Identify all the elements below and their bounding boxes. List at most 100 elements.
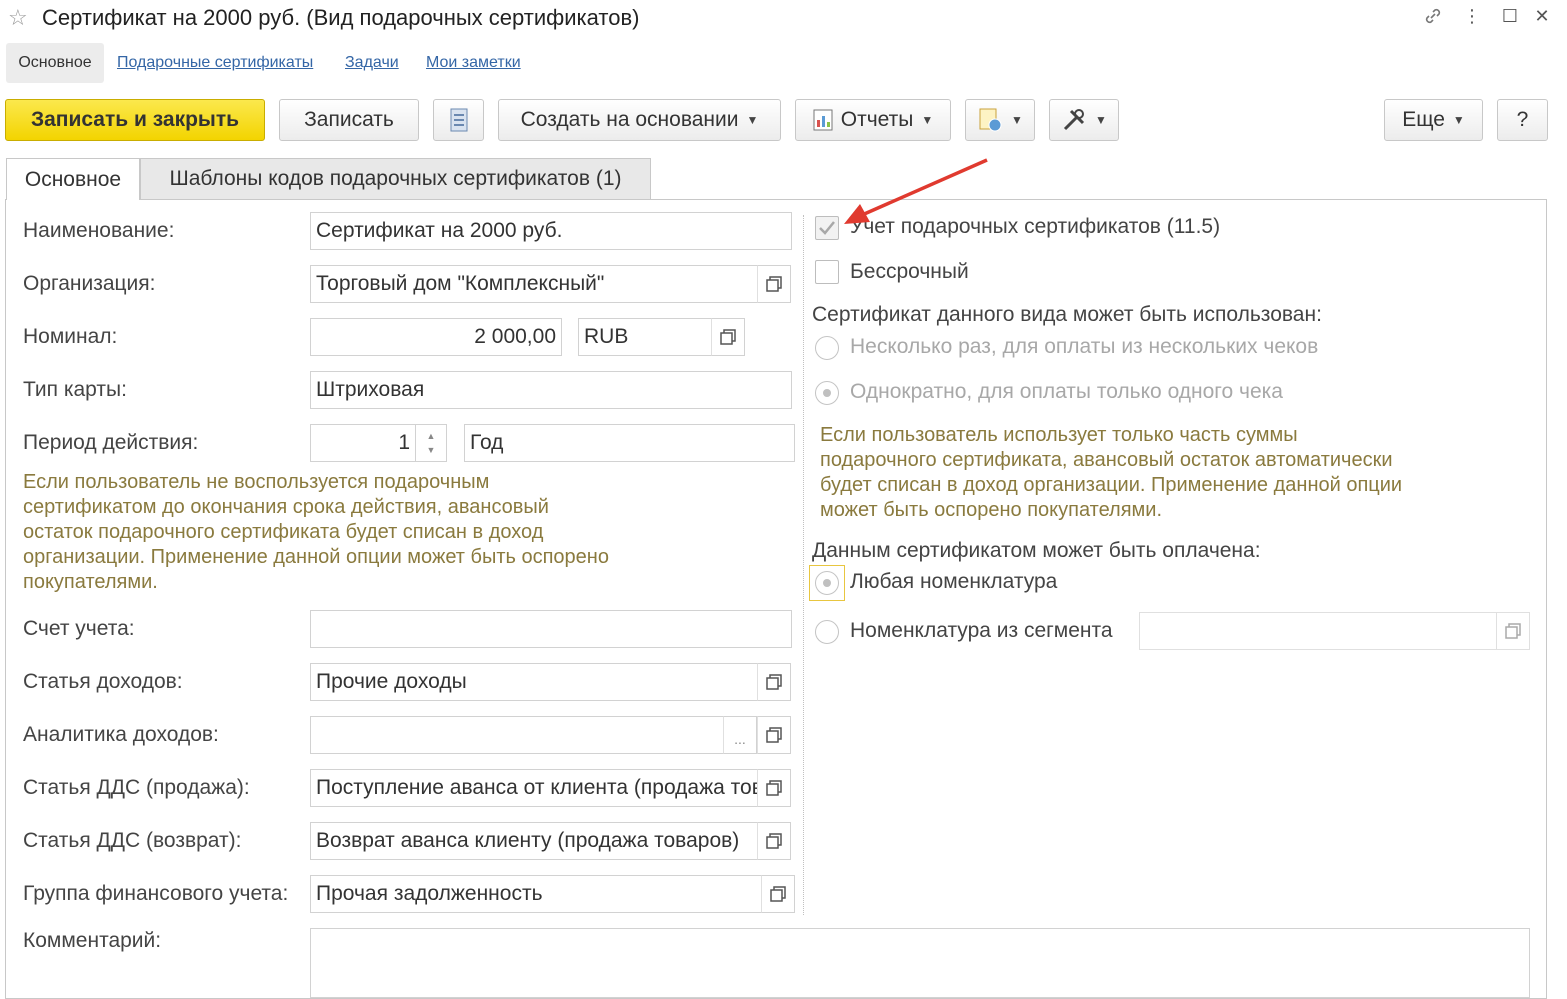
income-analytics-label: Аналитика доходов:	[23, 723, 219, 746]
income-item-field[interactable]: Прочие доходы	[310, 663, 758, 701]
perpetual-checkbox-label: Бессрочный	[850, 260, 969, 283]
organization-open-button[interactable]	[757, 265, 791, 303]
chevron-down-icon: ▼	[1095, 113, 1107, 127]
cashflow-sale-field[interactable]: Поступление аванса от клиента (продажа т…	[310, 769, 758, 807]
usage-hint-line: может быть оспорено покупателями.	[820, 499, 1163, 521]
usage-hint: Если пользователь использует только част…	[820, 423, 1402, 523]
period-spinner[interactable]: ▲ ▼	[415, 424, 447, 462]
cashflow-sale-label: Статья ДДС (продажа):	[23, 776, 250, 799]
maximize-icon[interactable]: ☐	[1498, 6, 1522, 27]
income-item-open-button[interactable]	[757, 663, 791, 701]
create-based-on-button[interactable]: Создать на основании ▼	[498, 99, 781, 141]
open-form-icon	[720, 329, 736, 345]
open-form-icon	[766, 780, 782, 796]
usage-title: Сертификат данного вида может быть испол…	[812, 303, 1322, 326]
radio-selected-dot	[823, 579, 831, 587]
usage-multiple-label: Несколько раз, для оплаты из нескольких …	[850, 335, 1319, 358]
tab-main[interactable]: Основное	[6, 158, 140, 200]
open-form-icon	[766, 833, 782, 849]
create-based-on-label: Создать на основании	[520, 108, 739, 131]
usage-multiple-radio[interactable]	[815, 336, 839, 360]
pay-title: Данным сертификатом может быть оплачена:	[812, 539, 1261, 562]
help-label: ?	[1516, 108, 1529, 131]
usage-hint-line: будет списан в доход организации. Примен…	[820, 474, 1403, 496]
currency-field[interactable]: RUB	[578, 318, 712, 356]
open-form-icon	[766, 276, 782, 292]
usage-once-label: Однократно, для оплаты только одного чек…	[850, 380, 1283, 403]
income-item-label: Статья доходов:	[23, 670, 183, 693]
pay-any-label: Любая номенклатура	[850, 570, 1058, 593]
document-list-icon	[450, 108, 467, 132]
cashflow-sale-open-button[interactable]	[757, 769, 791, 807]
organization-label: Организация:	[23, 272, 156, 295]
period-unit-field[interactable]: Год	[464, 424, 795, 462]
save-and-close-button[interactable]: Записать и закрыть	[5, 99, 265, 141]
link-icon[interactable]	[1421, 6, 1445, 31]
more-button[interactable]: Еще ▼	[1384, 99, 1483, 141]
cashflow-return-label: Статья ДДС (возврат):	[23, 829, 242, 852]
period-number-field[interactable]: 1	[310, 424, 416, 462]
currency-open-button[interactable]	[711, 318, 745, 356]
report-icon	[813, 109, 833, 131]
card-type-label: Тип карты:	[23, 378, 127, 401]
spin-up-icon[interactable]: ▲	[427, 429, 436, 443]
tab-code-templates[interactable]: Шаблоны кодов подарочных сертификатов (1…	[140, 158, 651, 200]
chevron-down-icon: ▼	[1452, 113, 1465, 127]
window-title: Сертификат на 2000 руб. (Вид подарочных …	[42, 5, 640, 30]
account-field[interactable]	[310, 610, 792, 648]
favorite-star-icon[interactable]: ☆	[8, 5, 28, 31]
name-label: Наименование:	[23, 219, 175, 242]
nav-link-notes[interactable]: Мои заметки	[426, 54, 521, 72]
chevron-down-icon: ▼	[921, 113, 934, 127]
organization-field[interactable]: Торговый дом "Комплексный"	[310, 265, 758, 303]
nominal-amount-field[interactable]: 2 000,00	[310, 318, 562, 356]
nominal-label: Номинал:	[23, 325, 118, 348]
save-and-close-label: Записать и закрыть	[30, 108, 240, 131]
period-hint: Если пользователь не воспользуется подар…	[23, 470, 609, 595]
comment-field[interactable]	[310, 928, 1530, 998]
chevron-down-icon: ▼	[1011, 113, 1023, 127]
cashflow-return-open-button[interactable]	[757, 822, 791, 860]
print-button[interactable]: ▼	[965, 99, 1035, 141]
cashflow-return-field[interactable]: Возврат аванса клиенту (продажа товаров)	[310, 822, 758, 860]
open-form-icon	[766, 674, 782, 690]
period-label: Период действия:	[23, 431, 199, 454]
settings-tools-button[interactable]: ▼	[1049, 99, 1119, 141]
income-analytics-open-button[interactable]	[757, 716, 791, 754]
nav-link-gift-certificates[interactable]: Подарочные сертификаты	[117, 54, 313, 72]
chevron-down-icon: ▼	[746, 113, 759, 127]
annotation-arrow-icon	[844, 158, 988, 224]
usage-once-radio[interactable]	[815, 381, 839, 405]
reports-label: Отчеты	[840, 108, 914, 131]
card-type-field[interactable]: Штриховая	[310, 371, 792, 409]
more-menu-icon[interactable]: ⋮	[1460, 6, 1484, 27]
column-divider	[803, 215, 804, 915]
open-form-icon	[766, 727, 782, 743]
usage-hint-line: Если пользователь использует только част…	[820, 424, 1298, 446]
spin-down-icon[interactable]: ▼	[427, 443, 436, 457]
reports-button[interactable]: Отчеты ▼	[795, 99, 951, 141]
income-analytics-select-button[interactable]: ...	[723, 716, 757, 754]
nav-link-tasks[interactable]: Задачи	[345, 54, 399, 72]
income-analytics-field[interactable]	[310, 716, 724, 754]
fin-group-label: Группа финансового учета:	[23, 882, 289, 905]
segment-field[interactable]	[1139, 612, 1497, 650]
period-hint-line: организации. Применение данной опции мож…	[23, 546, 609, 568]
more-label: Еще	[1402, 108, 1445, 131]
print-document-icon	[979, 108, 1002, 132]
document-list-button[interactable]	[433, 99, 484, 141]
name-field[interactable]: Сертификат на 2000 руб.	[310, 212, 792, 250]
save-label: Записать	[304, 108, 394, 131]
segment-open-button[interactable]	[1496, 612, 1530, 650]
nav-main[interactable]: Основное	[6, 43, 104, 83]
period-hint-line: покупателями.	[23, 571, 158, 593]
fin-group-open-button[interactable]	[761, 875, 795, 913]
fin-group-field[interactable]: Прочая задолженность	[310, 875, 762, 913]
close-icon[interactable]: ✕	[1530, 6, 1554, 27]
perpetual-checkbox[interactable]	[815, 260, 839, 284]
period-hint-line: остаток подарочного сертификата будет сп…	[23, 521, 544, 543]
pay-any-radio[interactable]	[815, 571, 839, 595]
pay-segment-radio[interactable]	[815, 620, 839, 644]
save-button[interactable]: Записать	[279, 99, 419, 141]
help-button[interactable]: ?	[1497, 99, 1548, 141]
